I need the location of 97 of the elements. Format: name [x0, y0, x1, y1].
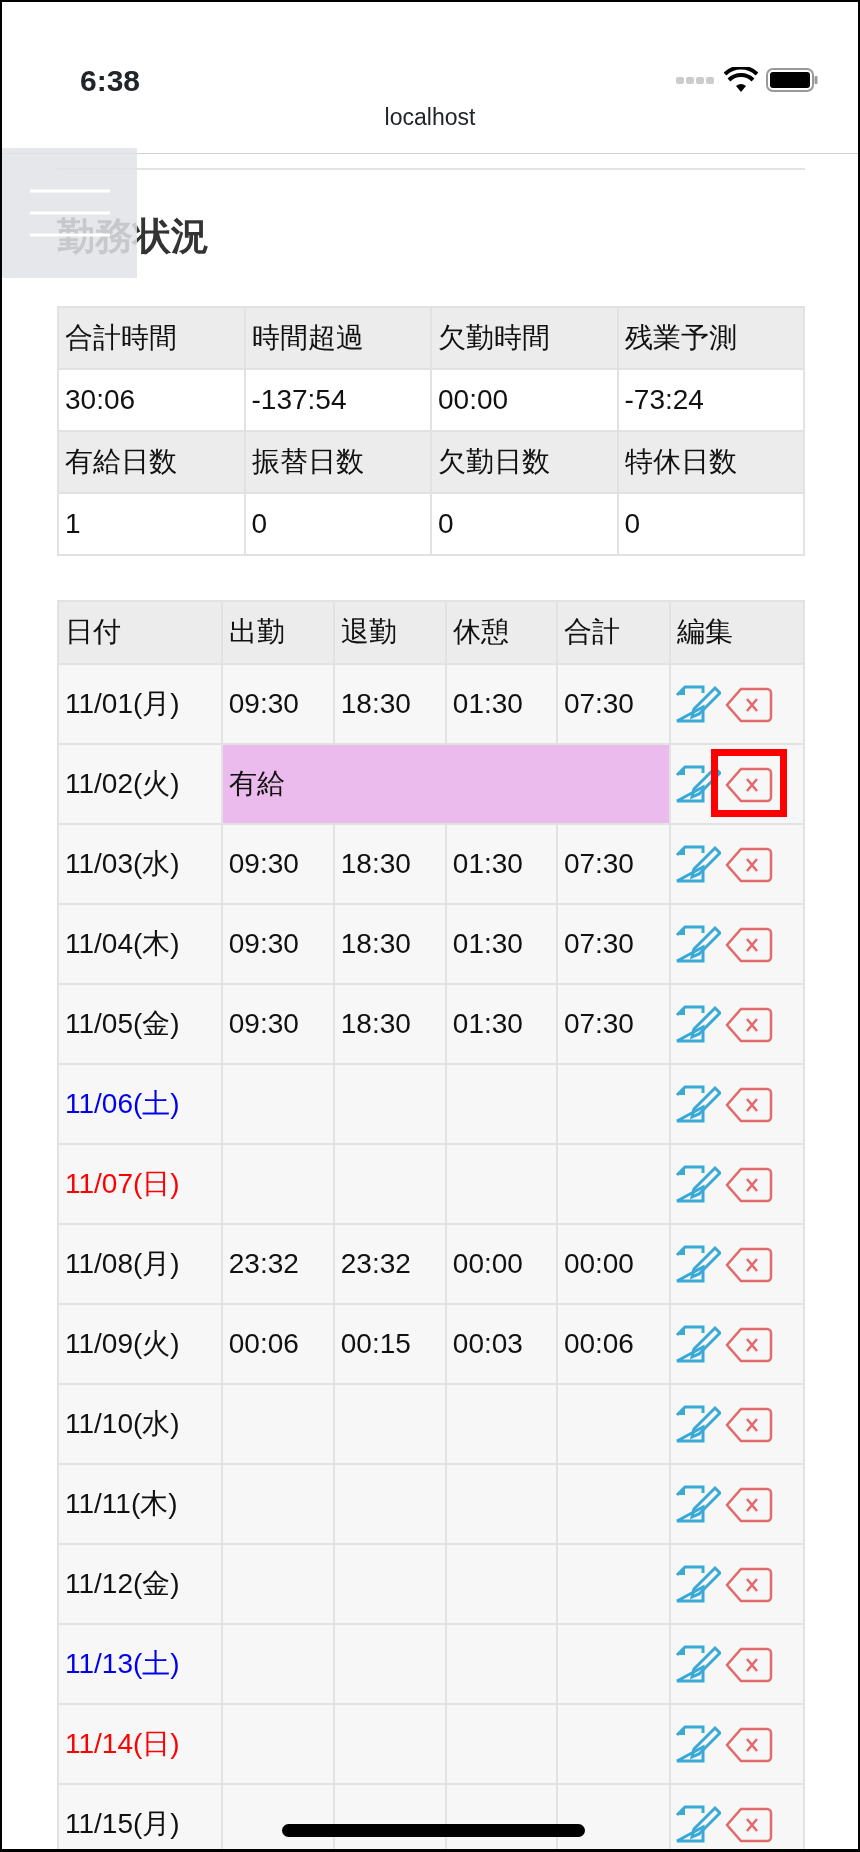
delete-icon[interactable]: [724, 927, 773, 964]
time-cell: 09:30: [221, 663, 334, 744]
delete-icon[interactable]: [724, 1247, 773, 1284]
time-cell: 00:00: [556, 1223, 670, 1304]
time-cell: 07:30: [556, 983, 670, 1064]
time-cell: 07:30: [556, 903, 670, 984]
time-cell: 00:06: [556, 1303, 670, 1384]
delete-icon[interactable]: [724, 1487, 773, 1524]
date-cell: 11/01(月): [58, 663, 222, 744]
edit-icon[interactable]: [674, 1484, 721, 1523]
edit-icon[interactable]: [674, 844, 721, 883]
edit-icon[interactable]: [674, 684, 721, 723]
summary-value: 0: [617, 492, 804, 555]
edit-icon[interactable]: [674, 1244, 721, 1283]
column-header: 休憩: [445, 600, 557, 664]
delete-icon[interactable]: [724, 1407, 773, 1444]
summary-header: 残業予測: [617, 306, 804, 369]
summary-value: 30:06: [58, 368, 245, 431]
edit-icon[interactable]: [674, 1564, 721, 1603]
summary-header: 欠勤時間: [431, 306, 618, 369]
delete-icon[interactable]: [724, 1647, 773, 1684]
time-cell: 07:30: [556, 663, 670, 744]
delete-icon[interactable]: [724, 1087, 773, 1124]
signal-icon: [676, 75, 716, 85]
date-cell: 11/15(月): [58, 1783, 222, 1849]
column-header: 日付: [58, 600, 222, 664]
edit-icon[interactable]: [674, 1724, 721, 1763]
column-header: 退勤: [333, 600, 446, 664]
leave-cell: 有給: [221, 743, 670, 824]
date-cell: 11/03(水): [58, 823, 222, 904]
date-cell: 11/05(金): [58, 983, 222, 1064]
column-header: 合計: [556, 600, 670, 664]
time-cell: 18:30: [333, 663, 446, 744]
delete-icon[interactable]: [724, 767, 773, 804]
time-cell: 09:30: [221, 823, 334, 904]
summary-value: 1: [58, 492, 245, 555]
url-text: localhost: [383, 104, 477, 130]
battery-icon: [766, 68, 818, 92]
summary-header: 合計時間: [58, 306, 245, 369]
edit-icon[interactable]: [674, 1804, 721, 1843]
time-cell: 18:30: [333, 983, 446, 1064]
delete-icon[interactable]: [724, 1807, 773, 1844]
date-cell: 11/09(火): [58, 1303, 222, 1384]
time-cell: 01:30: [445, 823, 557, 904]
time-cell: 00:06: [221, 1303, 334, 1384]
delete-icon[interactable]: [724, 1167, 773, 1204]
date-cell: 11/02(火): [58, 743, 222, 824]
time-cell: 23:32: [221, 1223, 334, 1304]
time-cell: 00:15: [333, 1303, 446, 1384]
edit-icon[interactable]: [674, 924, 721, 963]
summary-header: 有給日数: [58, 430, 245, 493]
wifi-icon: [724, 67, 758, 93]
summary-value: -137:54: [244, 368, 431, 431]
summary-value: 0: [431, 492, 618, 555]
time-cell: 09:30: [221, 903, 334, 984]
column-header: 編集: [669, 600, 804, 664]
time-cell: 07:30: [556, 823, 670, 904]
delete-icon[interactable]: [724, 847, 773, 884]
summary-value: 0: [244, 492, 431, 555]
delete-icon[interactable]: [724, 1327, 773, 1364]
time-cell: 09:30: [221, 983, 334, 1064]
time-cell: 18:30: [333, 903, 446, 984]
time-cell: 18:30: [333, 823, 446, 904]
delete-icon[interactable]: [724, 687, 773, 724]
edit-icon[interactable]: [674, 764, 721, 803]
status-time: 6:38: [80, 62, 141, 99]
time-cell: 23:32: [333, 1223, 446, 1304]
delete-icon[interactable]: [724, 1007, 773, 1044]
time-cell: 01:30: [445, 663, 557, 744]
summary-header: 振替日数: [244, 430, 431, 493]
time-cell: 01:30: [445, 903, 557, 984]
date-cell: 11/10(水): [58, 1383, 222, 1464]
summary-value: -73:24: [617, 368, 804, 431]
date-cell: 11/12(金): [58, 1543, 222, 1624]
date-cell: 11/04(木): [58, 903, 222, 984]
summary-header: 欠勤日数: [431, 430, 618, 493]
column-header: 出勤: [221, 600, 334, 664]
delete-icon[interactable]: [724, 1727, 773, 1764]
date-cell: 11/07(日): [58, 1143, 222, 1224]
date-cell: 11/13(土): [58, 1623, 222, 1704]
time-cell: 01:30: [445, 983, 557, 1064]
summary-header: 時間超過: [244, 306, 431, 369]
edit-icon[interactable]: [674, 1404, 721, 1443]
date-cell: 11/08(月): [58, 1223, 222, 1304]
date-cell: 11/06(土): [58, 1063, 222, 1144]
edit-icon[interactable]: [674, 1644, 721, 1683]
summary-header: 特休日数: [617, 430, 804, 493]
edit-icon[interactable]: [674, 1004, 721, 1043]
edit-icon[interactable]: [674, 1164, 721, 1203]
time-cell: 00:03: [445, 1303, 557, 1384]
time-cell: 00:00: [445, 1223, 557, 1304]
date-cell: 11/14(日): [58, 1703, 222, 1784]
summary-value: 00:00: [431, 368, 618, 431]
edit-icon[interactable]: [674, 1324, 721, 1363]
delete-icon[interactable]: [724, 1567, 773, 1604]
date-cell: 11/11(木): [58, 1463, 222, 1544]
edit-icon[interactable]: [674, 1084, 721, 1123]
